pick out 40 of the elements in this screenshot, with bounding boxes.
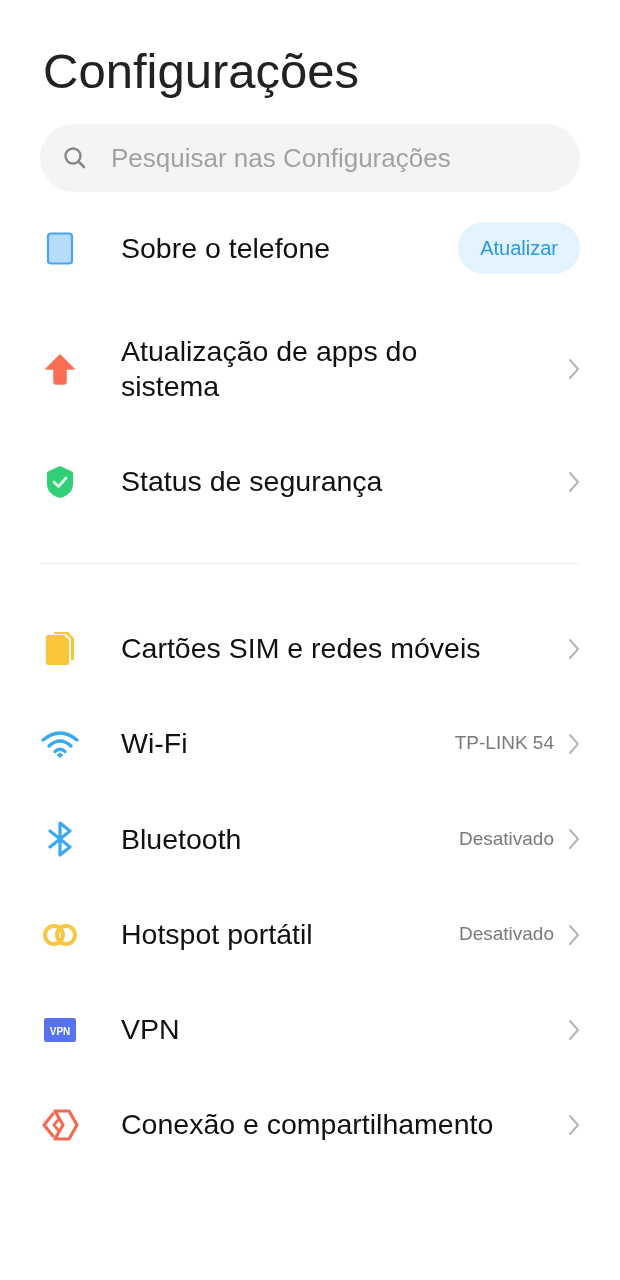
sim-cards-icon bbox=[44, 631, 76, 666]
search-field[interactable]: Pesquisar nas Configurações bbox=[40, 124, 580, 192]
row-label: VPN bbox=[121, 1012, 181, 1047]
wifi-icon bbox=[41, 728, 79, 759]
row-value: Desativado bbox=[458, 922, 554, 947]
search-icon bbox=[62, 145, 88, 171]
settings-row[interactable]: Bluetooth Desativado bbox=[40, 791, 580, 887]
settings-row[interactable]: Wi-Fi TP-LINK 54 bbox=[40, 696, 580, 791]
settings-row[interactable]: Conexão e compartilhamento bbox=[40, 1077, 580, 1172]
settings-row[interactable]: Sobre o telefone Atualizar bbox=[40, 192, 580, 304]
row-label: Status de segurança bbox=[121, 464, 384, 499]
chevron-right-icon bbox=[568, 923, 580, 946]
shield-icon bbox=[45, 464, 75, 499]
row-label: Cartões SIM e redes móveis bbox=[121, 631, 482, 666]
chevron-right-icon bbox=[568, 1113, 580, 1136]
settings-row[interactable]: VPN VPN bbox=[40, 982, 580, 1077]
chevron-right-icon bbox=[568, 637, 580, 660]
row-label: Sobre o telefone bbox=[121, 230, 332, 266]
bluetooth-icon bbox=[47, 821, 73, 857]
row-label: Hotspot portátil bbox=[121, 917, 314, 952]
row-label: Wi-Fi bbox=[121, 726, 189, 761]
connection-icon bbox=[41, 1108, 79, 1141]
row-value: Desativado bbox=[458, 826, 554, 851]
settings-row[interactable]: Status de segurança bbox=[40, 434, 580, 529]
settings-row[interactable]: Hotspot portátil Desativado bbox=[40, 887, 580, 982]
vpn-icon: VPN bbox=[44, 1015, 76, 1044]
phone-icon bbox=[44, 231, 76, 265]
row-value: TP-LINK 54 bbox=[454, 731, 554, 756]
row-label: Conexão e compartilhamento bbox=[121, 1107, 495, 1142]
chevron-right-icon bbox=[568, 732, 580, 755]
up-arrow-icon bbox=[44, 352, 76, 386]
chevron-right-icon bbox=[568, 1018, 580, 1041]
row-label: Bluetooth bbox=[121, 821, 243, 857]
settings-row[interactable]: Cartões SIM e redes móveis bbox=[40, 601, 580, 696]
row-label: Atualização de apps do sistema bbox=[121, 334, 419, 404]
settings-row[interactable]: Atualização de apps do sistema bbox=[40, 304, 580, 434]
chevron-right-icon bbox=[568, 828, 580, 850]
chevron-right-icon bbox=[568, 470, 580, 493]
page-title: Configurações bbox=[43, 43, 360, 100]
chevron-right-icon bbox=[568, 358, 580, 380]
